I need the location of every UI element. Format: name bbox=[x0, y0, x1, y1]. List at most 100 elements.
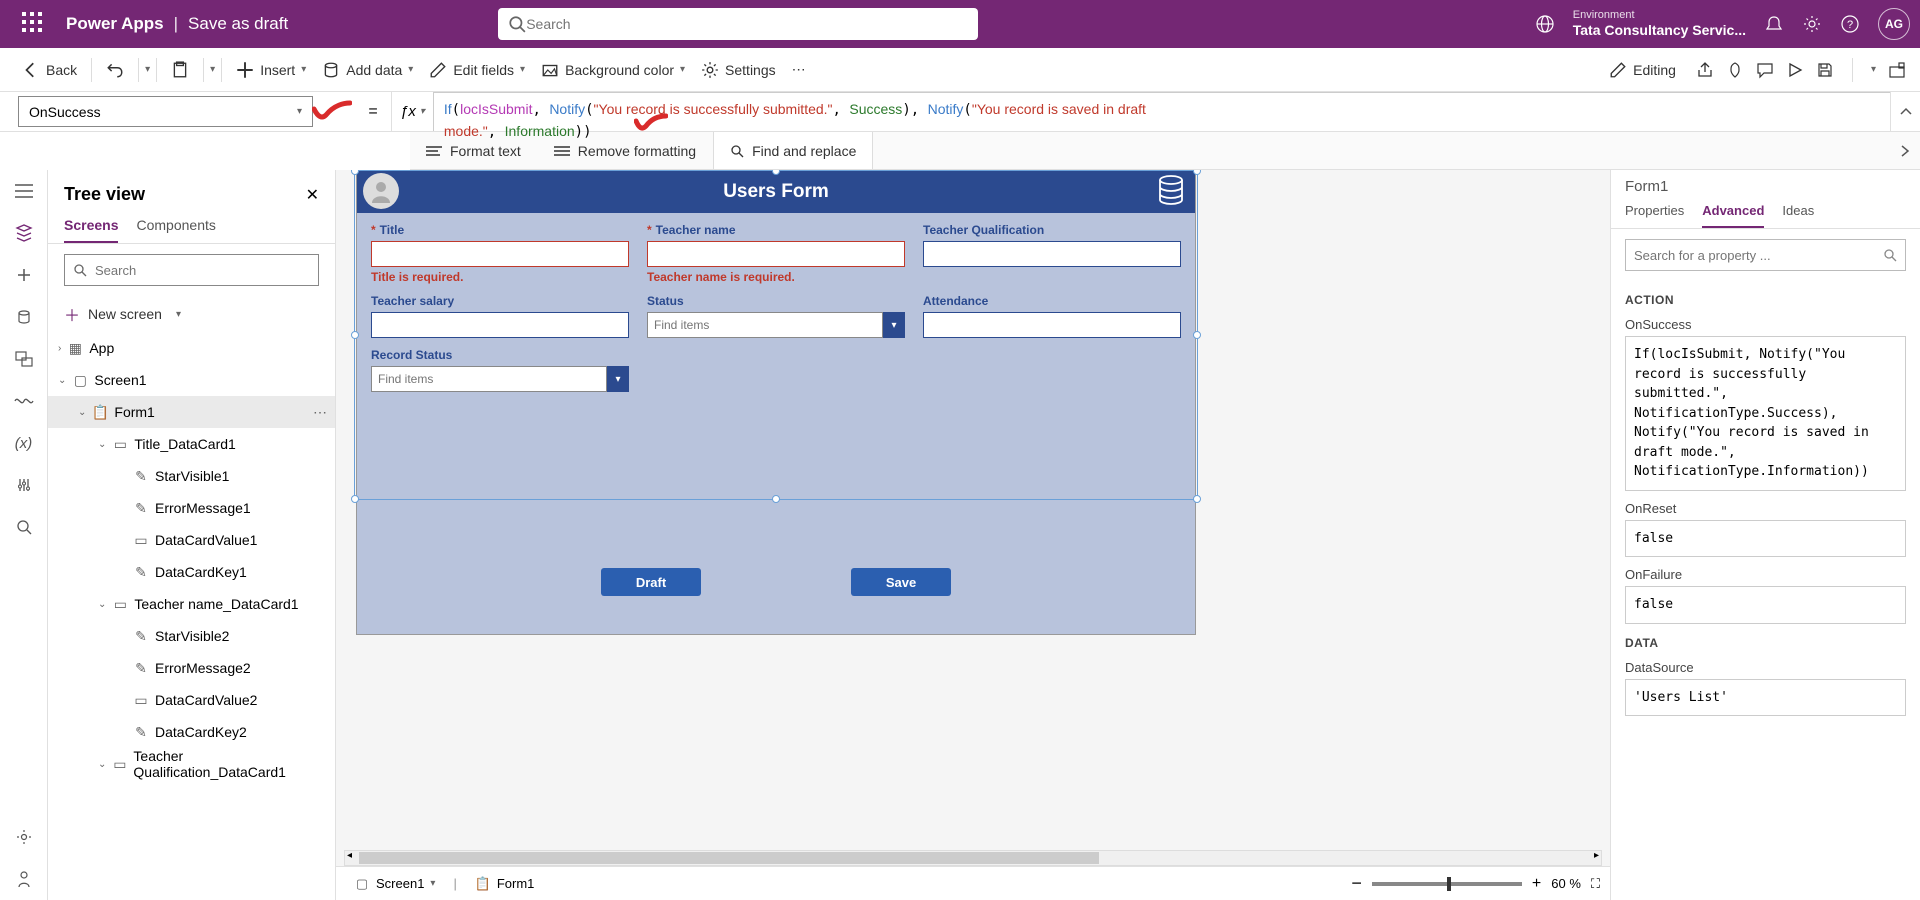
fit-icon[interactable]: ⛶ bbox=[1591, 876, 1600, 892]
input-attendance[interactable] bbox=[923, 312, 1181, 338]
input-salary[interactable] bbox=[371, 312, 629, 338]
property-search[interactable] bbox=[1625, 239, 1906, 271]
find-replace-button[interactable]: Find and replace bbox=[713, 132, 873, 169]
error-teacher: Teacher name is required. bbox=[647, 270, 905, 284]
tree-item-app[interactable]: › ▦ App bbox=[48, 332, 335, 364]
bg-color-button[interactable]: Background color ▾ bbox=[533, 55, 693, 85]
help-icon[interactable]: ? bbox=[1840, 14, 1860, 34]
tools-rail-icon[interactable] bbox=[13, 474, 35, 496]
share-icon[interactable] bbox=[1696, 61, 1714, 79]
input-record-status[interactable] bbox=[371, 366, 607, 392]
tree-item-dck1[interactable]: ✎ DataCardKey1 bbox=[48, 556, 335, 588]
tab-properties[interactable]: Properties bbox=[1625, 203, 1684, 228]
search-rail-icon[interactable] bbox=[13, 516, 35, 538]
flows-rail-icon[interactable] bbox=[13, 390, 35, 412]
tree-item-tq-dc[interactable]: ⌄ ▭ Teacher Qualification_DataCard1 bbox=[48, 748, 335, 780]
ai-rail-icon[interactable] bbox=[13, 868, 35, 890]
tree-item-star1[interactable]: ✎ StarVisible1 bbox=[48, 460, 335, 492]
tree-search[interactable] bbox=[64, 254, 319, 286]
preview-icon[interactable] bbox=[1786, 61, 1804, 79]
tree-label: Teacher name_DataCard1 bbox=[134, 596, 298, 612]
insert-rail-icon[interactable] bbox=[13, 264, 35, 286]
tab-components[interactable]: Components bbox=[136, 217, 215, 243]
undo-button[interactable] bbox=[98, 55, 132, 85]
editing-mode[interactable]: Editing bbox=[1601, 55, 1684, 85]
formula-input[interactable]: If(locIsSubmit, Notify("You record is su… bbox=[433, 92, 1890, 131]
checker-icon[interactable] bbox=[1726, 61, 1744, 79]
add-data-button[interactable]: Add data ▾ bbox=[314, 55, 421, 85]
tree-item-teacher-dc[interactable]: ⌄ ▭ Teacher name_DataCard1 bbox=[48, 588, 335, 620]
zoom-slider[interactable] bbox=[1372, 882, 1522, 886]
settings-rail-icon[interactable] bbox=[13, 826, 35, 848]
chevron-down-icon[interactable]: ▾ bbox=[607, 366, 629, 392]
tree-item-err2[interactable]: ✎ ErrorMessage2 bbox=[48, 652, 335, 684]
formula-result-arrow[interactable] bbox=[1890, 132, 1920, 169]
tree-item-form1[interactable]: ⌄ 📋 Form1 ⋯ bbox=[48, 396, 335, 428]
tree-item-dck2[interactable]: ✎ DataCardKey2 bbox=[48, 716, 335, 748]
crumb-form[interactable]: 📋 Form1 bbox=[467, 872, 543, 896]
back-button[interactable]: Back bbox=[14, 55, 85, 85]
comments-icon[interactable] bbox=[1756, 61, 1774, 79]
value-onfailure[interactable]: false bbox=[1625, 586, 1906, 624]
global-search[interactable] bbox=[498, 8, 978, 40]
section-data: DATA bbox=[1625, 636, 1906, 650]
publish-icon[interactable] bbox=[1888, 61, 1906, 79]
tree-item-err1[interactable]: ✎ ErrorMessage1 bbox=[48, 492, 335, 524]
data-rail-icon[interactable] bbox=[13, 306, 35, 328]
tree-item-screen1[interactable]: ⌄ ▢ Screen1 bbox=[48, 364, 335, 396]
tab-screens[interactable]: Screens bbox=[64, 217, 118, 243]
zoom-out-button[interactable]: − bbox=[1351, 873, 1362, 894]
environment-label: Environment bbox=[1573, 9, 1746, 22]
more-icon[interactable]: ⋯ bbox=[313, 404, 327, 421]
settings-icon[interactable] bbox=[1802, 14, 1822, 34]
horizontal-scrollbar[interactable]: ◂ ▸ bbox=[344, 850, 1602, 866]
variables-rail-icon[interactable]: (x) bbox=[13, 432, 35, 454]
input-status[interactable] bbox=[647, 312, 883, 338]
expand-formula-icon[interactable] bbox=[1890, 92, 1920, 131]
new-screen-button[interactable]: ＋ New screen ▾ bbox=[48, 296, 335, 332]
tree-item-dcv1[interactable]: ▭ DataCardValue1 bbox=[48, 524, 335, 556]
tab-advanced[interactable]: Advanced bbox=[1702, 203, 1764, 228]
chevron-down-icon[interactable]: ▾ bbox=[883, 312, 905, 338]
crumb-screen[interactable]: ▢ Screen1 ▾ bbox=[346, 872, 443, 896]
notifications-icon[interactable] bbox=[1764, 14, 1784, 34]
tree-item-dcv2[interactable]: ▭ DataCardValue2 bbox=[48, 684, 335, 716]
save-icon[interactable] bbox=[1816, 61, 1834, 79]
settings-button[interactable]: Settings bbox=[693, 55, 784, 85]
tree-item-star2[interactable]: ✎ StarVisible2 bbox=[48, 620, 335, 652]
input-title[interactable] bbox=[371, 241, 629, 267]
value-onsuccess[interactable]: If(locIsSubmit, Notify("You record is su… bbox=[1625, 336, 1906, 491]
input-teacher-name[interactable] bbox=[647, 241, 905, 267]
hamburger-icon[interactable] bbox=[13, 180, 35, 202]
value-onreset[interactable]: false bbox=[1625, 520, 1906, 558]
tab-ideas[interactable]: Ideas bbox=[1782, 203, 1814, 228]
canvas[interactable]: Users Form *Title Title is required. *Te… bbox=[336, 170, 1610, 844]
undo-chevron[interactable]: ▾ bbox=[145, 64, 150, 75]
tree-view-icon[interactable] bbox=[13, 222, 35, 244]
paste-button[interactable] bbox=[163, 55, 197, 85]
app-screen-preview[interactable]: Users Form *Title Title is required. *Te… bbox=[356, 170, 1196, 635]
save-button[interactable]: Save bbox=[851, 568, 951, 596]
app-launcher-icon[interactable] bbox=[22, 12, 46, 36]
insert-button[interactable]: Insert ▾ bbox=[228, 55, 314, 85]
tree-item-title-dc[interactable]: ⌄ ▭ Title_DataCard1 bbox=[48, 428, 335, 460]
paste-chevron[interactable]: ▾ bbox=[210, 64, 215, 75]
property-search-input[interactable] bbox=[1634, 248, 1883, 263]
property-selector[interactable]: OnSuccess ▾ bbox=[18, 96, 313, 127]
fx-label[interactable]: ƒx ▾ bbox=[391, 92, 433, 131]
input-qualification[interactable] bbox=[923, 241, 1181, 267]
user-avatar[interactable]: AG bbox=[1878, 8, 1910, 40]
zoom-in-button[interactable]: + bbox=[1532, 875, 1541, 893]
save-chevron[interactable]: ▾ bbox=[1871, 64, 1876, 75]
form-body: *Title Title is required. *Teacher name … bbox=[357, 213, 1195, 402]
close-icon[interactable]: ✕ bbox=[306, 185, 319, 205]
value-datasource[interactable]: 'Users List' bbox=[1625, 679, 1906, 717]
search-input[interactable] bbox=[526, 16, 968, 32]
plus-icon bbox=[236, 61, 254, 79]
more-button[interactable]: ⋯ bbox=[784, 55, 814, 84]
environment-picker[interactable]: Environment Tata Consultancy Servic... bbox=[1573, 9, 1746, 39]
media-rail-icon[interactable] bbox=[13, 348, 35, 370]
tree-search-input[interactable] bbox=[95, 263, 310, 278]
draft-button[interactable]: Draft bbox=[601, 568, 701, 596]
edit-fields-button[interactable]: Edit fields ▾ bbox=[421, 55, 533, 85]
